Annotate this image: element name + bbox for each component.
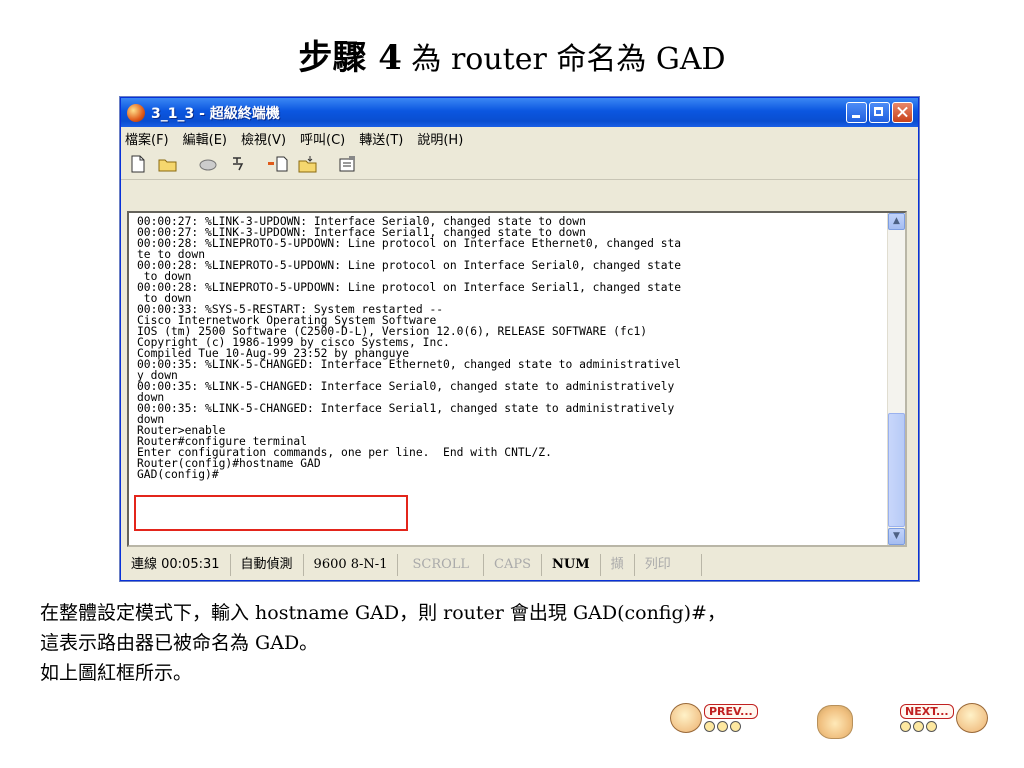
next-face-icon <box>955 703 988 733</box>
terminal-line: 00:00:35: %LINK-5-CHANGED: Interface Eth… <box>137 358 682 371</box>
disconnect-icon[interactable] <box>227 154 249 174</box>
next-nav-button[interactable]: NEXT... <box>900 697 988 739</box>
terminal-line: GAD(config)# <box>137 468 219 481</box>
status-baud: 9600 8-N-1 <box>304 554 399 576</box>
slide-title: 步驟 4 為 router 命名為 GAD <box>0 30 1024 79</box>
home-face-icon[interactable] <box>817 705 853 739</box>
next-label: NEXT... <box>900 703 954 719</box>
hyperterminal-window: 3_1_3 - 超級終端機 檔案(F) 編輯(E) 檢視(V) 呼叫(C) 轉送… <box>120 97 919 581</box>
status-caps: CAPS <box>484 554 543 576</box>
scroll-thumb[interactable] <box>888 413 905 527</box>
terminal-line: 00:00:28: %LINEPROTO-5-UPDOWN: Line prot… <box>137 237 682 250</box>
receive-icon[interactable] <box>297 154 319 174</box>
description-line-3: 如上圖紅框所示。 <box>40 662 193 684</box>
status-connect-time: 連線 00:05:31 <box>121 554 231 576</box>
status-detect: 自動偵測 <box>231 554 304 576</box>
menu-view[interactable]: 檢視(V) <box>241 129 286 148</box>
menu-bar: 檔案(F) 編輯(E) 檢視(V) 呼叫(C) 轉送(T) 說明(H) <box>121 127 918 149</box>
menu-edit[interactable]: 編輯(E) <box>183 129 227 148</box>
window-titlebar[interactable]: 3_1_3 - 超級終端機 <box>121 98 918 127</box>
minimize-button[interactable] <box>846 102 867 123</box>
red-highlight-box <box>134 495 408 531</box>
terminal-line: 00:00:35: %LINK-5-CHANGED: Interface Ser… <box>137 380 675 393</box>
toolbar <box>121 149 918 180</box>
prev-face-icon <box>670 703 702 733</box>
menu-transfer[interactable]: 轉送(T) <box>359 129 403 148</box>
terminal-line: Router(config)#hostname GAD <box>137 457 321 470</box>
properties-icon[interactable] <box>337 154 359 174</box>
slide-title-step: 步驟 4 <box>298 38 402 78</box>
status-scroll: SCROLL <box>398 554 485 576</box>
new-file-icon[interactable] <box>127 154 149 174</box>
send-icon[interactable] <box>267 154 289 174</box>
prev-nav-button[interactable]: PREV... <box>670 697 758 739</box>
description: 在整體設定模式下，輸入 hostname GAD，則 router 會出現 GA… <box>40 598 726 688</box>
dial-icon[interactable] <box>197 154 219 174</box>
prev-dots-icon <box>704 720 758 732</box>
maximize-button[interactable] <box>869 102 890 123</box>
status-capture: 擷 <box>601 554 635 576</box>
terminal-line: 00:00:28: %LINEPROTO-5-UPDOWN: Line prot… <box>137 259 682 272</box>
description-line-2: 這表示路由器已被命名為 GAD。 <box>40 632 319 654</box>
terminal-line: 00:00:28: %LINEPROTO-5-UPDOWN: Line prot… <box>137 281 682 294</box>
open-folder-icon[interactable] <box>157 154 179 174</box>
terminal-line: down <box>137 413 165 426</box>
status-print: 列印 <box>635 554 702 576</box>
close-button[interactable] <box>892 102 913 123</box>
terminal-output: 00:00:27: %LINK-3-UPDOWN: Interface Seri… <box>137 216 877 542</box>
next-dots-icon <box>900 720 954 732</box>
window-title: 3_1_3 - 超級終端機 <box>151 105 280 122</box>
prev-label: PREV... <box>704 703 758 719</box>
scroll-down-button[interactable]: ▼ <box>888 528 905 545</box>
hyperterminal-icon <box>127 103 145 122</box>
menu-help[interactable]: 說明(H) <box>417 129 463 148</box>
status-bar: 連線 00:05:31 自動偵測 9600 8-N-1 SCROLL CAPS … <box>121 550 918 580</box>
status-num: NUM <box>542 554 601 576</box>
description-line-1: 在整體設定模式下，輸入 hostname GAD，則 router 會出現 GA… <box>40 602 726 624</box>
terminal-line: 00:00:35: %LINK-5-CHANGED: Interface Ser… <box>137 402 675 415</box>
menu-file[interactable]: 檔案(F) <box>125 129 169 148</box>
menu-call[interactable]: 呼叫(C) <box>300 129 345 148</box>
scroll-up-button[interactable]: ▲ <box>888 213 905 230</box>
vertical-scrollbar[interactable]: ▲ ▼ <box>887 213 905 545</box>
slide-title-text: 為 router 命名為 GAD <box>401 42 726 77</box>
